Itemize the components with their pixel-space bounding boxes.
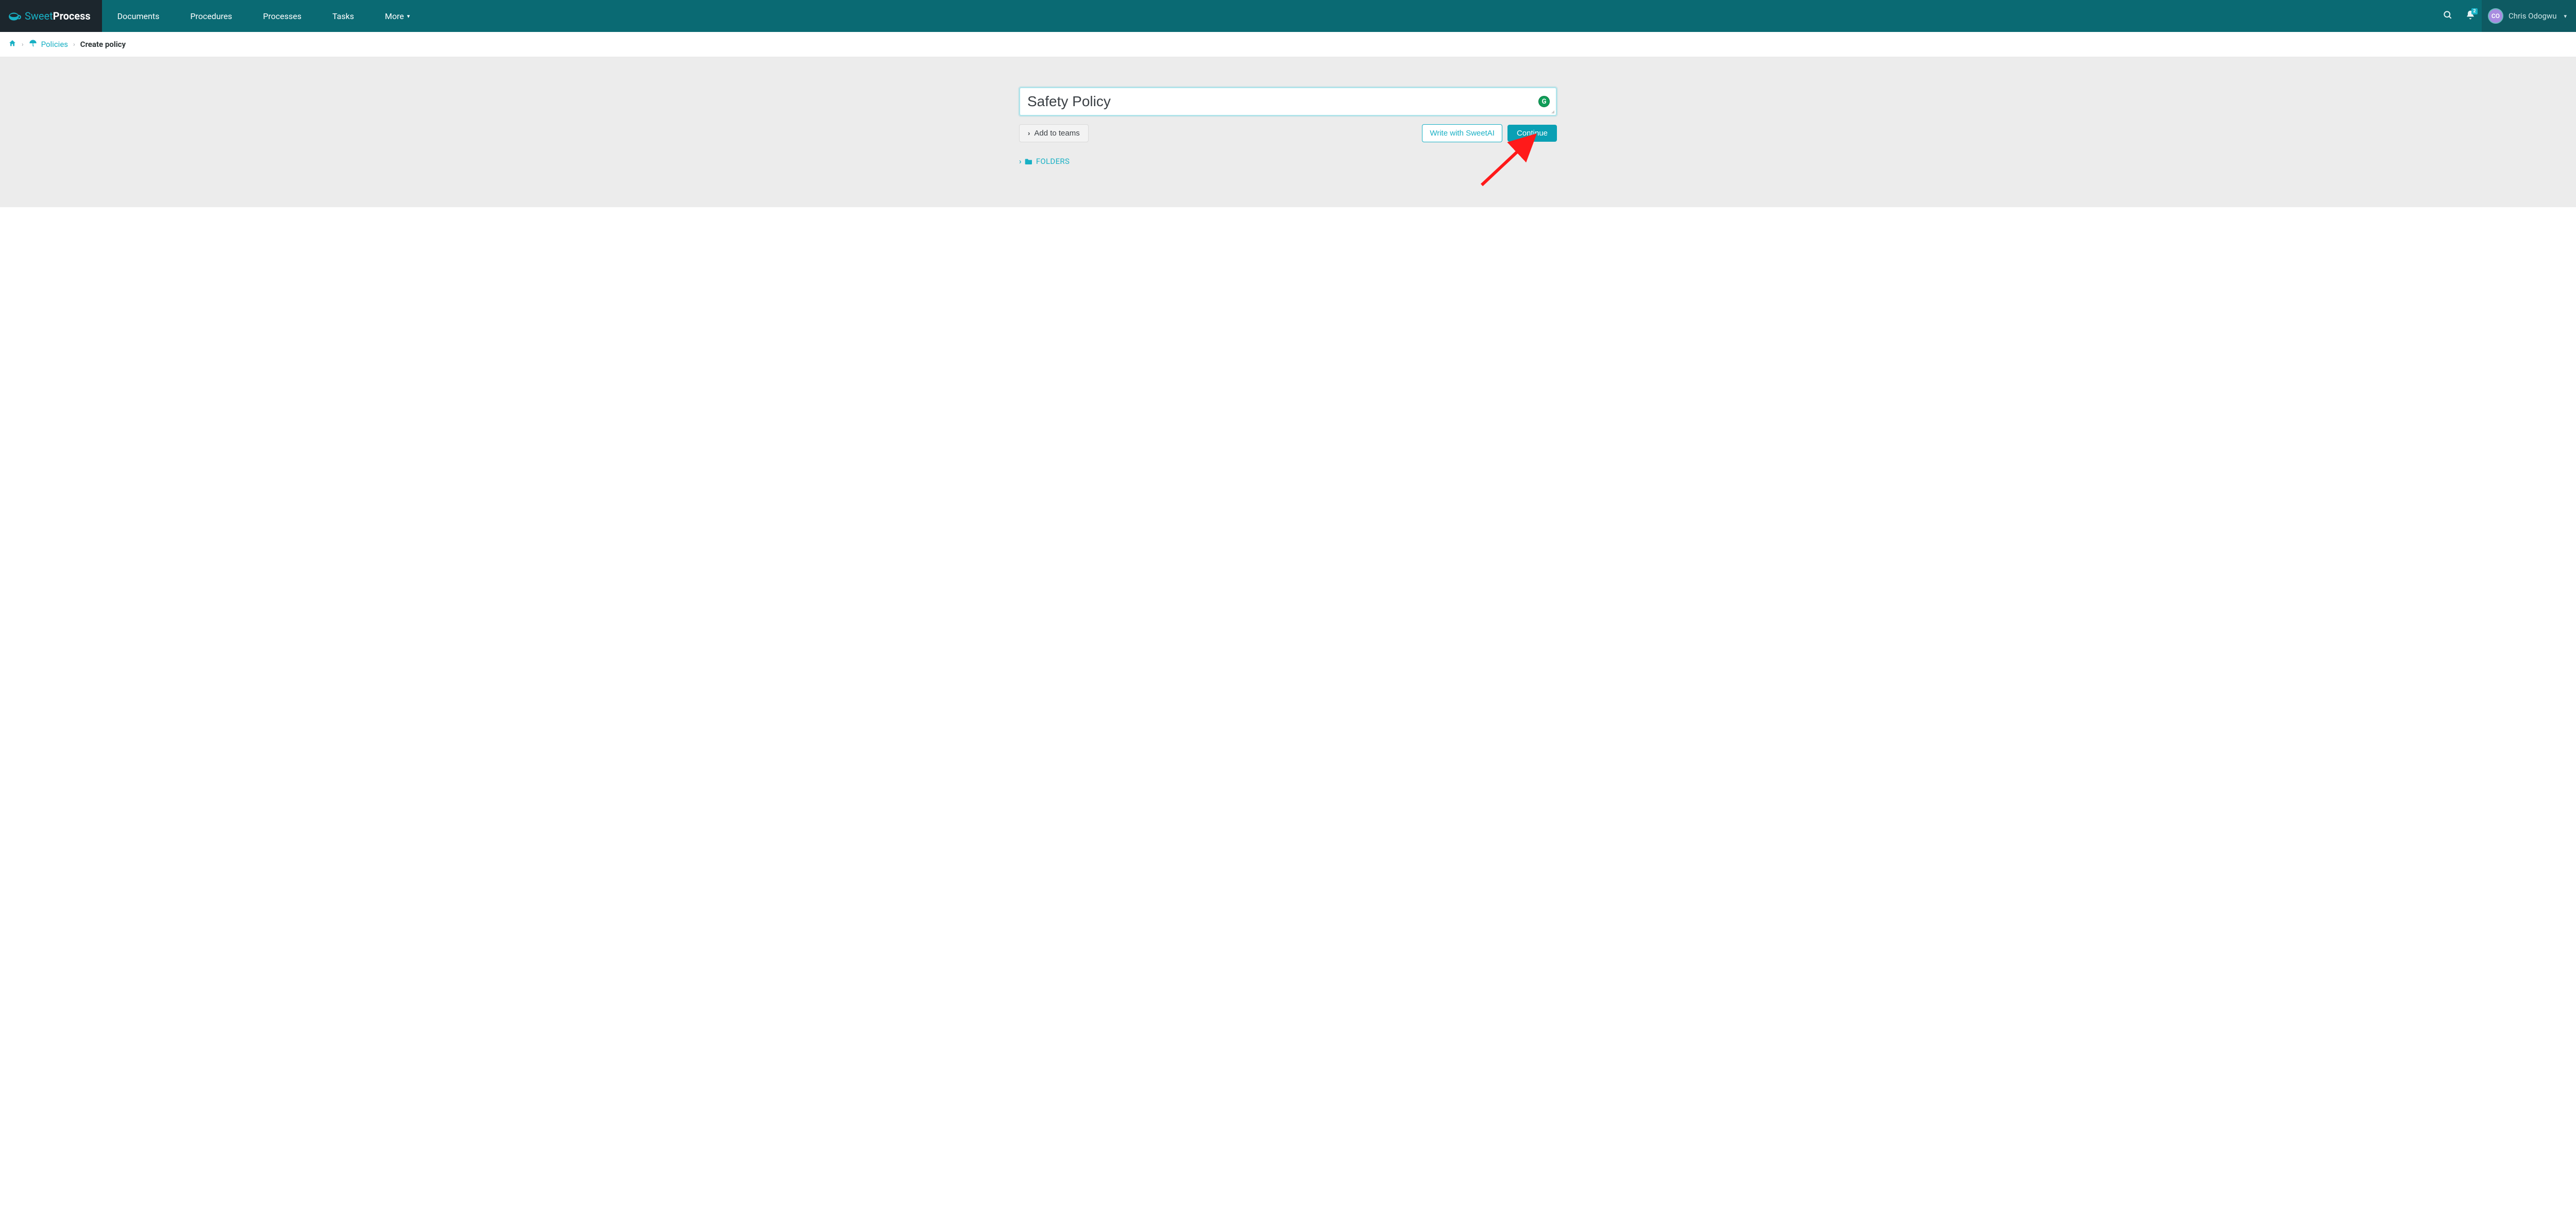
breadcrumb-home[interactable] — [8, 39, 16, 49]
nav-documents-label: Documents — [117, 11, 160, 21]
nav-processes-label: Processes — [263, 11, 302, 21]
grammarly-icon[interactable]: G — [1538, 96, 1550, 107]
avatar: CO — [2488, 8, 2503, 24]
chevron-right-icon: › — [1019, 157, 1022, 166]
write-with-sweetai-button[interactable]: Write with SweetAI — [1422, 124, 1502, 142]
nav-tasks-label: Tasks — [332, 11, 354, 21]
nav-procedures-label: Procedures — [190, 11, 232, 21]
continue-label: Continue — [1517, 129, 1548, 138]
create-policy-form: G › Add to teams Write with SweetAI Cont… — [1019, 87, 1557, 166]
add-to-teams-button[interactable]: › Add to teams — [1019, 124, 1089, 142]
policy-title-input[interactable] — [1020, 88, 1556, 115]
user-menu[interactable]: CO Chris Odogwu ▾ — [2482, 0, 2576, 32]
primary-nav: Documents Procedures Processes Tasks Mor… — [102, 0, 426, 32]
search-icon — [2443, 10, 2453, 22]
breadcrumb-current: Create policy — [80, 40, 126, 49]
chevron-down-icon: ▾ — [2564, 13, 2567, 20]
breadcrumb-policies[interactable]: Policies — [29, 39, 68, 49]
brand-text-weak: Sweet — [25, 10, 53, 22]
write-with-sweetai-label: Write with SweetAI — [1430, 129, 1495, 138]
umbrella-icon — [29, 39, 37, 49]
policy-title-field-wrap: G — [1019, 87, 1557, 116]
nav-documents[interactable]: Documents — [102, 0, 175, 32]
search-button[interactable] — [2436, 0, 2459, 32]
nav-procedures[interactable]: Procedures — [175, 0, 247, 32]
cup-icon — [8, 11, 22, 21]
folders-toggle[interactable]: › FOLDERS — [1019, 157, 1557, 166]
home-icon — [8, 40, 16, 49]
nav-processes[interactable]: Processes — [248, 0, 317, 32]
resize-handle-icon[interactable] — [1550, 109, 1555, 114]
continue-button[interactable]: Continue — [1507, 125, 1557, 142]
folders-label: FOLDERS — [1036, 157, 1070, 166]
nav-tasks[interactable]: Tasks — [317, 0, 369, 32]
header-right: 2 CO Chris Odogwu ▾ — [2436, 0, 2576, 32]
content-area: G › Add to teams Write with SweetAI Cont… — [0, 57, 2576, 207]
chevron-right-icon: › — [1028, 129, 1030, 137]
brand-logo[interactable]: SweetProcess — [0, 0, 102, 32]
avatar-initials: CO — [2492, 12, 2500, 20]
breadcrumb-separator: › — [73, 41, 75, 48]
breadcrumb-policies-label: Policies — [41, 40, 68, 49]
add-to-teams-label: Add to teams — [1034, 129, 1079, 138]
nav-more[interactable]: More ▾ — [369, 0, 425, 32]
folder-icon — [1025, 158, 1033, 165]
notifications-button[interactable]: 2 — [2459, 0, 2482, 32]
user-name-label: Chris Odogwu — [2509, 11, 2557, 21]
notification-count-badge: 2 — [2471, 8, 2478, 14]
breadcrumb: › Policies › Create policy — [0, 32, 2576, 57]
nav-more-label: More — [385, 11, 404, 21]
form-actions-row: › Add to teams Write with SweetAI Contin… — [1019, 124, 1557, 142]
chevron-down-icon: ▾ — [407, 13, 410, 20]
brand-text-strong: Process — [53, 10, 91, 22]
breadcrumb-separator: › — [22, 41, 24, 48]
top-nav-bar: SweetProcess Documents Procedures Proces… — [0, 0, 2576, 32]
